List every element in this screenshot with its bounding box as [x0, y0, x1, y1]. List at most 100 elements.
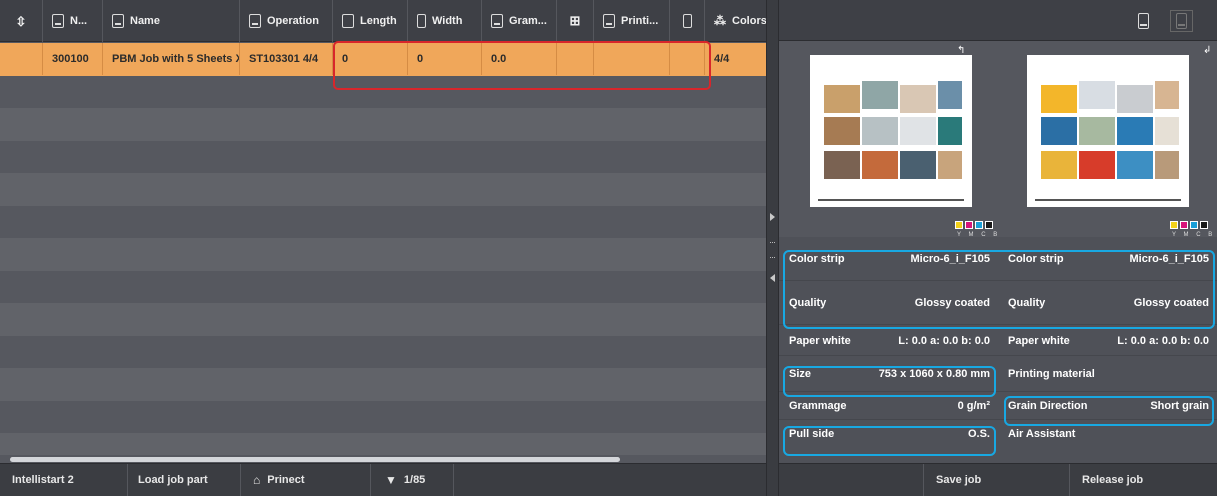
- column-header-colors[interactable]: ⁂ Colors: [705, 0, 766, 42]
- row-cell-printing: [594, 43, 670, 75]
- property-row-quality: Quality Glossy coated Quality Glossy coa…: [779, 281, 1217, 325]
- table-row: [0, 205, 766, 238]
- load-job-part-button[interactable]: Load job part: [128, 464, 241, 496]
- column-header-split[interactable]: ⊞: [557, 0, 594, 42]
- front-sheet-preview[interactable]: [810, 55, 972, 207]
- magenta-swatch: [1180, 221, 1188, 229]
- length-icon: [342, 14, 354, 28]
- row-cell-split: [557, 43, 594, 75]
- detail-toolbar: [779, 0, 1217, 41]
- column-header-grammage[interactable]: Gram...: [482, 0, 557, 42]
- scrollbar-thumb[interactable]: [10, 456, 620, 462]
- table-row: [0, 173, 766, 206]
- column-header-name[interactable]: Name: [103, 0, 240, 42]
- color-bar: [1035, 199, 1181, 201]
- row-cell-document: [670, 43, 705, 75]
- detail-action-bar: Save job Release job: [779, 463, 1217, 496]
- colors-icon: ⁂: [714, 14, 726, 28]
- column-header-document[interactable]: [670, 0, 705, 42]
- front-quality[interactable]: Quality Glossy coated: [779, 281, 998, 325]
- document-icon: [52, 14, 64, 28]
- detail-action-spacer: [779, 464, 924, 496]
- horizontal-scrollbar[interactable]: [0, 455, 766, 463]
- sheet-preview-area: ↰ ↲ Y M C B Y M C B: [779, 41, 1217, 238]
- collapse-left-icon[interactable]: [770, 274, 775, 282]
- filter-button[interactable]: ▼ 1/85: [371, 464, 454, 496]
- black-swatch: [985, 221, 993, 229]
- grammage-icon: [491, 14, 503, 28]
- sheet-properties: Color strip Micro-6_i_F105 Color strip M…: [779, 237, 1217, 448]
- table-row: [0, 368, 766, 401]
- column-header-printing[interactable]: Printi...: [594, 0, 670, 42]
- splitter-grip-icon[interactable]: [770, 242, 775, 258]
- row-cell-grammage: 0.0: [482, 43, 557, 75]
- table-row: [0, 335, 766, 368]
- document-icon: [249, 14, 261, 28]
- table-row: [0, 140, 766, 173]
- table-row: [0, 108, 766, 141]
- row-cell-length: 0: [333, 43, 408, 75]
- size-field[interactable]: Size 753 x 1060 x 0.80 mm: [779, 356, 998, 392]
- property-row-grammage: Grammage 0 g/m² Grain Direction Short gr…: [779, 392, 1217, 420]
- column-chooser-button[interactable]: ⇳: [0, 0, 43, 42]
- width-icon: [417, 14, 426, 28]
- grammage-field[interactable]: Grammage 0 g/m²: [779, 392, 998, 420]
- row-cell-colors: 4/4: [714, 53, 730, 65]
- back-paper-white[interactable]: Paper white L: 0.0 a: 0.0 b: 0.0: [998, 325, 1217, 356]
- back-color-strip[interactable]: Color strip Micro-6_i_F105: [998, 237, 1217, 281]
- property-row-size: Size 753 x 1060 x 0.80 mm Printing mater…: [779, 356, 1217, 392]
- column-header-width[interactable]: Width: [408, 0, 482, 42]
- air-assistant-field[interactable]: Air Assistant: [998, 420, 1217, 448]
- bottom-toolbar: Intellistart 2 Load job part ⌂ Prinect ▼…: [0, 463, 766, 496]
- job-detail-panel: ↰ ↲ Y M C B Y M C B Color strip Micro-6_…: [779, 0, 1217, 496]
- table-header: ⇳ N... Name Operation Length Width Gram.…: [0, 0, 766, 42]
- cyan-swatch: [975, 221, 983, 229]
- grain-direction-field[interactable]: Grain Direction Short grain: [998, 392, 1217, 420]
- row-cell-select: [0, 43, 43, 75]
- property-row-paper-white: Paper white L: 0.0 a: 0.0 b: 0.0 Paper w…: [779, 325, 1217, 356]
- document-icon: [682, 14, 692, 28]
- view-toggle-slot[interactable]: [1170, 10, 1193, 32]
- single-sheet-view-icon[interactable]: [1138, 13, 1149, 29]
- intellistart-button[interactable]: Intellistart 2: [0, 464, 128, 496]
- column-header-length[interactable]: Length: [333, 0, 408, 42]
- save-job-button[interactable]: Save job: [924, 464, 1070, 496]
- back-quality[interactable]: Quality Glossy coated: [998, 281, 1217, 325]
- job-table-body: 300100 PBM Job with 5 Sheets XL106 ST103…: [0, 43, 766, 463]
- column-header-operation[interactable]: Operation: [240, 0, 333, 42]
- yellow-swatch: [1170, 221, 1178, 229]
- magenta-swatch: [965, 221, 973, 229]
- job-list-panel: ⇳ N... Name Operation Length Width Gram.…: [0, 0, 766, 496]
- turn-sheet-icon[interactable]: ↰: [957, 45, 965, 56]
- row-cell-operation: ST103301 4/4: [240, 43, 333, 75]
- pull-side-field[interactable]: Pull side O.S.: [779, 420, 998, 448]
- front-color-strip[interactable]: Color strip Micro-6_i_F105: [779, 237, 998, 281]
- table-row[interactable]: 300100 PBM Job with 5 Sheets XL106 ST103…: [0, 43, 766, 76]
- printing-material-field[interactable]: Printing material: [998, 356, 1217, 392]
- expand-right-icon[interactable]: [770, 213, 775, 221]
- printing-icon: [603, 14, 615, 28]
- property-row-color-strip: Color strip Micro-6_i_F105 Color strip M…: [779, 237, 1217, 281]
- table-row: [0, 400, 766, 433]
- bottom-toolbar-spacer: [454, 464, 766, 496]
- column-header-number[interactable]: N...: [43, 0, 103, 42]
- filter-icon: ▼: [385, 473, 397, 487]
- back-sheet-preview[interactable]: [1027, 55, 1189, 207]
- split-icon: ⊞: [569, 13, 581, 28]
- turn-sheet-icon[interactable]: ↲: [1203, 45, 1211, 56]
- double-sheet-view-icon: [1176, 13, 1187, 29]
- table-row: [0, 75, 766, 108]
- column-chooser-icon: ⇳: [15, 13, 27, 29]
- release-job-button[interactable]: Release job: [1070, 464, 1217, 496]
- front-ink-swatches: [955, 221, 993, 229]
- prinect-button[interactable]: ⌂ Prinect: [241, 464, 371, 496]
- yellow-swatch: [955, 221, 963, 229]
- table-row: [0, 238, 766, 271]
- document-icon: [112, 14, 124, 28]
- panel-splitter[interactable]: [766, 0, 779, 496]
- front-paper-white[interactable]: Paper white L: 0.0 a: 0.0 b: 0.0: [779, 325, 998, 356]
- color-bar: [818, 199, 964, 201]
- table-row: [0, 270, 766, 303]
- property-row-pull-side: Pull side O.S. Air Assistant: [779, 420, 1217, 448]
- prinect-icon: ⌂: [253, 473, 261, 487]
